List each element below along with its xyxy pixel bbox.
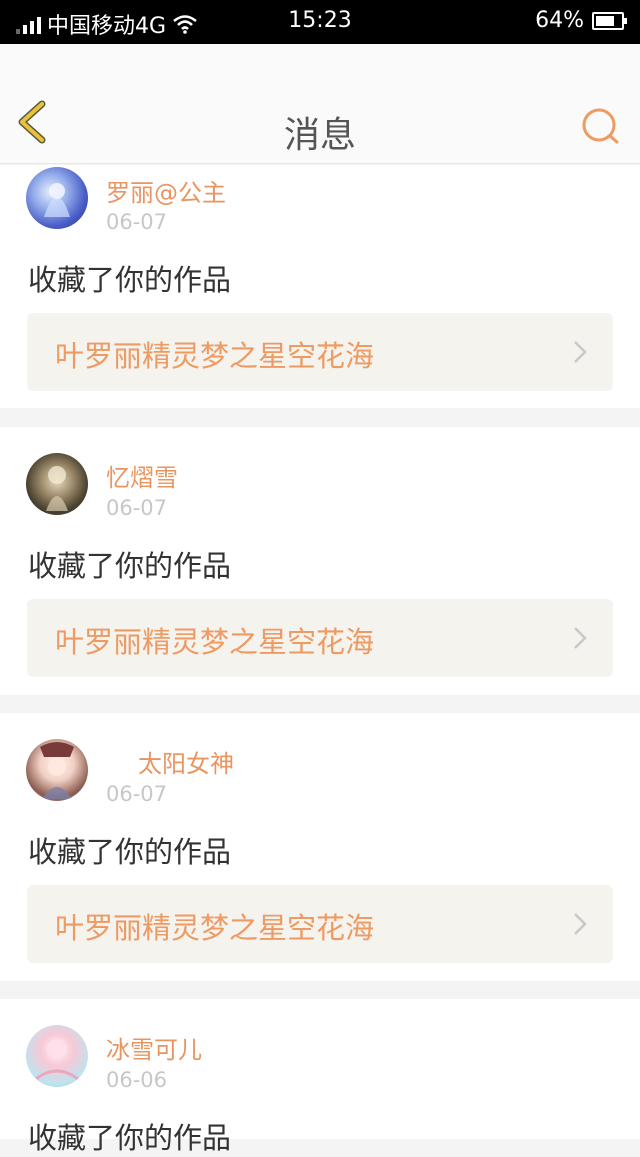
action-text: 收藏了你的作品 xyxy=(28,1121,232,1155)
avatar[interactable] xyxy=(26,167,88,229)
battery-icon xyxy=(592,11,627,30)
user-name[interactable]: 罗丽@公主 xyxy=(106,173,226,208)
avatar[interactable] xyxy=(26,739,88,801)
message-date: 06-07 xyxy=(106,210,168,234)
status-bar: 中国移动4G 15:23 64% xyxy=(0,0,640,44)
action-text: 收藏了你的作品 xyxy=(28,263,232,297)
message-card[interactable]: 冰雪可儿 06-06 收藏了你的作品 xyxy=(0,999,640,1155)
app-header: 消息 xyxy=(0,44,640,164)
work-title: 叶罗丽精灵梦之星空花海 xyxy=(55,339,375,373)
avatar[interactable] xyxy=(26,453,88,515)
message-date: 06-07 xyxy=(106,782,168,806)
work-link[interactable]: 叶罗丽精灵梦之星空花海 xyxy=(27,599,613,677)
avatar[interactable] xyxy=(26,1025,88,1087)
user-name[interactable]: 忆熠雪 xyxy=(106,458,178,493)
message-date: 06-07 xyxy=(106,496,168,520)
chevron-right-icon xyxy=(574,913,587,935)
work-link[interactable]: 叶罗丽精灵梦之星空花海 xyxy=(27,885,613,963)
action-text: 收藏了你的作品 xyxy=(28,835,232,869)
message-card[interactable]: 忆熠雪 06-07 收藏了你的作品 叶罗丽精灵梦之星空花海 xyxy=(0,427,640,695)
message-card[interactable]: 罗丽@公主 06-07 收藏了你的作品 叶罗丽精灵梦之星空花海 xyxy=(0,165,640,408)
chevron-right-icon xyxy=(574,627,587,649)
work-title: 叶罗丽精灵梦之星空花海 xyxy=(55,911,375,945)
search-icon[interactable] xyxy=(580,106,620,146)
chevron-right-icon xyxy=(574,341,587,363)
user-name[interactable]: 太阳女神 xyxy=(138,744,234,779)
work-link[interactable]: 叶罗丽精灵梦之星空花海 xyxy=(27,313,613,391)
action-text: 收藏了你的作品 xyxy=(28,549,232,583)
message-date: 06-06 xyxy=(106,1068,168,1092)
page-title: 消息 xyxy=(283,115,356,156)
message-card[interactable]: 太阳女神 06-07 收藏了你的作品 叶罗丽精灵梦之星空花海 xyxy=(0,713,640,981)
battery-percent: 64% xyxy=(535,8,584,33)
user-name[interactable]: 冰雪可儿 xyxy=(106,1030,202,1065)
work-title: 叶罗丽精灵梦之星空花海 xyxy=(55,625,375,659)
